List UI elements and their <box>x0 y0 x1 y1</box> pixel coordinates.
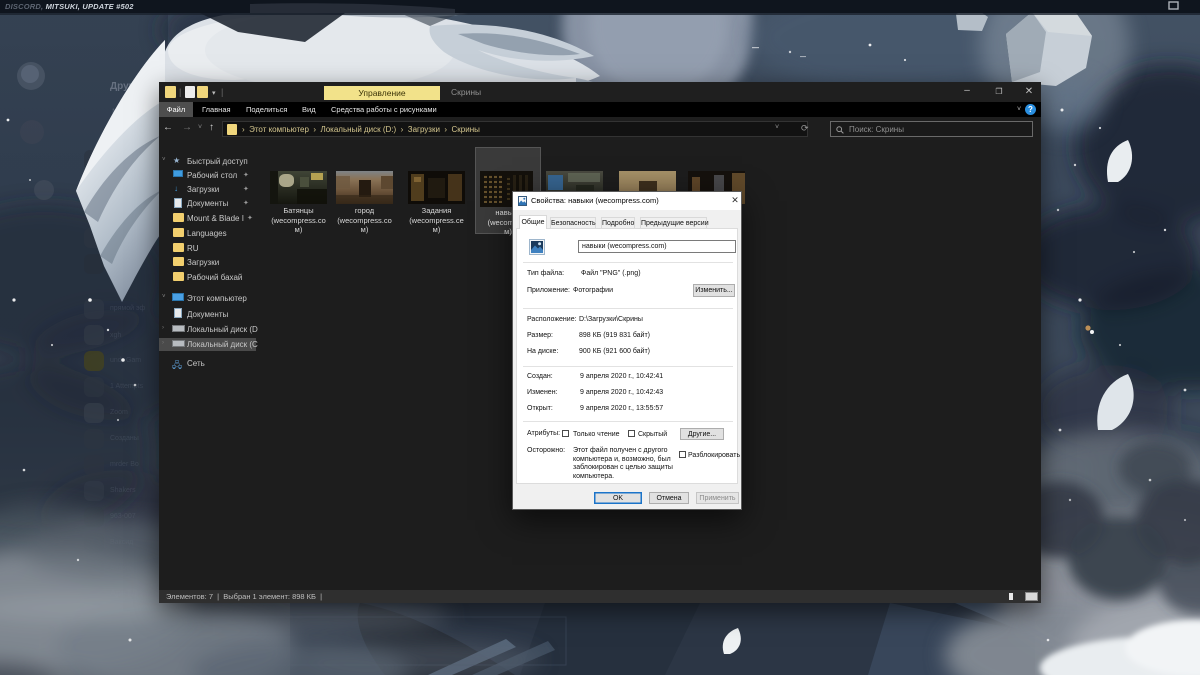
svg-text:Shakers: Shakers <box>110 487 136 494</box>
svg-text:Созданы: Созданы <box>110 435 139 442</box>
svg-text:xgh: xgh <box>110 332 121 339</box>
svg-text:mrder Bo: mrder Bo <box>110 461 139 468</box>
svg-text:963-007: 963-007 <box>110 513 136 520</box>
svg-text:прямой эф: прямой эф <box>110 304 146 312</box>
svg-text:undr Gam: undr Gam <box>110 357 141 364</box>
svg-text:Zoom: Zoom <box>110 409 128 416</box>
svg-text:1 Attempts: 1 Attempts <box>110 383 144 390</box>
